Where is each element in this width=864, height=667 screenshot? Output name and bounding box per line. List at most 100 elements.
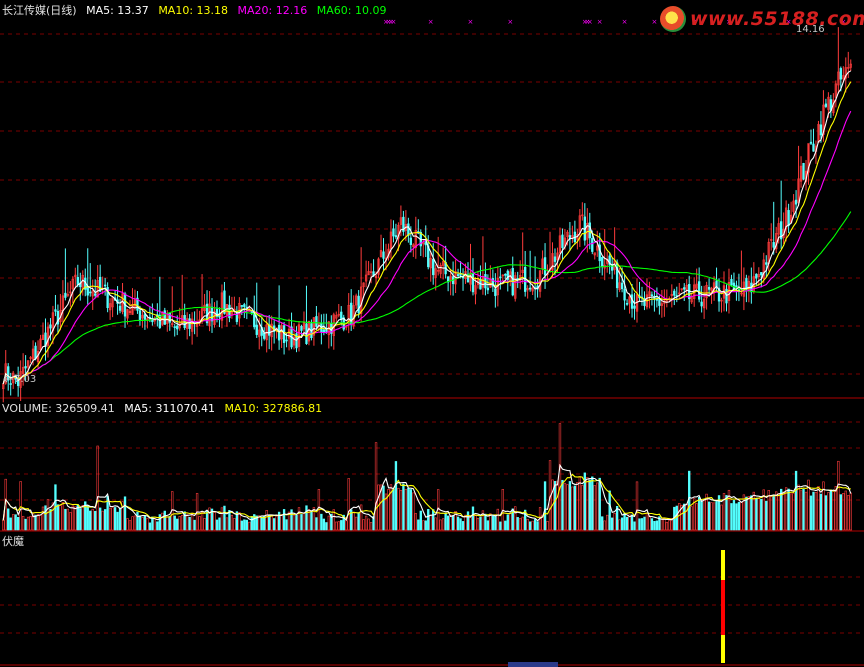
- volume-bar: [322, 518, 326, 531]
- volume-bar: [610, 517, 614, 531]
- candle-body: [528, 287, 532, 290]
- volume-bar: [782, 491, 785, 531]
- candle-body: [86, 285, 89, 296]
- volume-bar: [623, 513, 626, 531]
- candle-body: [650, 294, 654, 297]
- volume-bar: [755, 497, 758, 531]
- volume-bar: [526, 518, 529, 531]
- volume-bar: [163, 510, 166, 531]
- candle-body: [263, 332, 266, 339]
- candle-body: [394, 235, 398, 238]
- volume-bar: [603, 520, 606, 531]
- volume-bar: [849, 492, 852, 531]
- volume-bar: [173, 515, 176, 531]
- volume-bar: [546, 521, 549, 531]
- volume-bar: [81, 505, 84, 531]
- volume-bar: [665, 521, 669, 531]
- volume-bar: [643, 516, 646, 531]
- volume-bar: [446, 515, 450, 531]
- volume-bar: [364, 515, 368, 531]
- volume-bar: [297, 507, 301, 531]
- candle-body: [809, 141, 813, 144]
- volume-bar: [156, 521, 159, 531]
- volume-bar: [521, 516, 524, 531]
- volume-bar: [369, 522, 373, 531]
- volume-bar: [270, 515, 273, 531]
- candle-body: [673, 290, 676, 296]
- volume-bar: [432, 509, 435, 531]
- ma10-line: [2, 81, 852, 385]
- volume-bar: [576, 482, 579, 531]
- volume-bar: [272, 518, 276, 531]
- candle-body: [824, 103, 828, 107]
- volume-bar: [2, 519, 5, 531]
- volume-bar: [757, 498, 760, 531]
- volume-bar: [141, 517, 144, 531]
- volume-bar: [588, 479, 591, 531]
- volume-bar: [842, 493, 845, 531]
- ma60-label: MA60: 10.09: [316, 4, 387, 17]
- candle-body: [49, 324, 52, 329]
- volume-bar: [427, 509, 430, 531]
- volume-bar: [770, 496, 773, 531]
- volume-bar: [41, 506, 45, 531]
- volume-bar: [730, 503, 733, 531]
- volume-bar: [66, 508, 70, 531]
- volume-bar: [377, 484, 380, 531]
- volume-bar: [563, 482, 567, 531]
- candle-body: [735, 285, 738, 288]
- volume-bar: [573, 485, 577, 531]
- volume-bar: [735, 503, 738, 531]
- volume-bar: [409, 489, 413, 531]
- volume-bar: [148, 522, 152, 531]
- volume-bar: [817, 486, 820, 531]
- volume-bar: [248, 521, 251, 531]
- volume-bar: [737, 501, 741, 531]
- volume-bar: [208, 507, 211, 531]
- scroll-indicator: [508, 662, 558, 667]
- volume-bar: [86, 505, 89, 531]
- volume-bar: [683, 503, 686, 531]
- stock-chart[interactable]: ×××× × × × ××× × × × × × × ×: [0, 0, 864, 667]
- volume-bar: [434, 517, 437, 531]
- volume-bar: [233, 518, 236, 531]
- low-price-label: 7.03: [14, 374, 37, 385]
- volume-bar: [327, 515, 330, 531]
- volume-bar: [449, 514, 452, 531]
- volume-bar: [128, 520, 132, 531]
- volume-bar: [553, 481, 557, 531]
- volume-bar: [178, 516, 181, 531]
- volume-bar: [685, 503, 688, 531]
- volume-bar: [618, 519, 621, 531]
- volume-bar: [802, 488, 805, 531]
- volume-bar: [7, 508, 10, 531]
- volume-bar: [166, 516, 169, 531]
- volume-bar: [645, 512, 649, 531]
- candle-body: [812, 143, 815, 152]
- volume-bar: [660, 518, 664, 531]
- volume-bar: [46, 499, 50, 531]
- volume-bar: [668, 520, 671, 531]
- volume-bar: [496, 508, 500, 531]
- volume-bar: [777, 493, 780, 531]
- volume-bar: [491, 515, 495, 531]
- volume-bar: [663, 518, 666, 531]
- volume-bar: [832, 490, 835, 531]
- volume-bar: [14, 514, 17, 531]
- volume-bar: [601, 516, 604, 531]
- volume-bar: [359, 504, 363, 531]
- candle-body: [601, 257, 604, 268]
- volume-bar: [238, 512, 241, 531]
- volume-bar: [138, 515, 142, 531]
- volume-bar: [223, 505, 226, 531]
- volume-bar: [29, 516, 32, 531]
- candle-body: [486, 287, 490, 291]
- volume-bar: [89, 510, 92, 531]
- volume-bar: [168, 516, 171, 531]
- candle-body: [839, 68, 842, 80]
- volume-bar: [625, 516, 629, 531]
- signal-x-mark: ×: [391, 18, 397, 26]
- candle-body: [760, 272, 763, 276]
- volume-bar: [218, 517, 221, 531]
- volume-bar: [12, 514, 15, 531]
